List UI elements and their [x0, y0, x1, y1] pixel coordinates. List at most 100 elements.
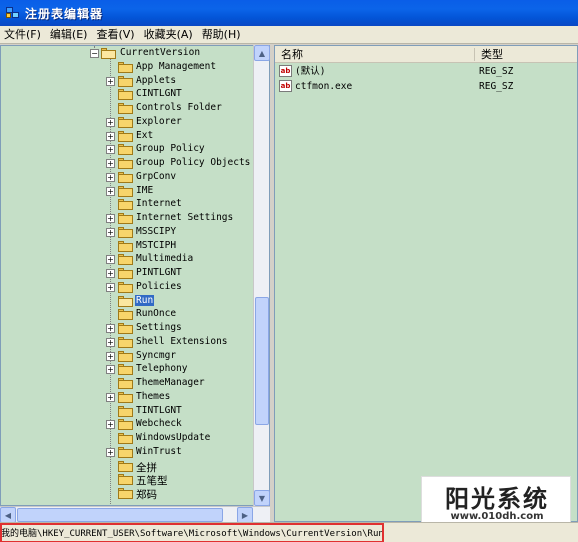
tree-node-label: App Management: [136, 60, 217, 72]
tree-node-label: Internet: [136, 198, 182, 210]
tree-node-label: PINTLGNT: [136, 267, 182, 278]
folder-icon: [118, 488, 133, 499]
tree-node[interactable]: + MSSCIPY: [1, 226, 254, 240]
tree-node[interactable]: Internet: [1, 198, 254, 212]
site-watermark: 阳光系统 www.010dh.com: [421, 476, 571, 528]
collapse-icon[interactable]: −: [90, 49, 99, 58]
expand-icon[interactable]: +: [106, 365, 115, 375]
tree-node-label: Syncmgr: [136, 349, 177, 361]
menu-view[interactable]: 查看(V): [92, 26, 139, 44]
folder-icon: [118, 281, 133, 293]
column-header-name[interactable]: 名称: [275, 46, 475, 63]
expand-icon[interactable]: +: [106, 447, 115, 457]
tree-node-label: 郑码: [136, 489, 157, 501]
menu-favorites[interactable]: 收藏夹(A): [140, 26, 198, 44]
expand-icon[interactable]: +: [106, 117, 115, 127]
tree-node-label: Run: [135, 294, 155, 306]
values-list[interactable]: 名称 类型 ab (默认) REG_SZ ab ctfmon.exe REG_S…: [274, 45, 578, 522]
tree-node[interactable]: Run: [1, 294, 254, 309]
tree-scroll-thumb[interactable]: [255, 297, 269, 425]
tree-horizontal-scrollbar[interactable]: ◀ ▶: [0, 506, 270, 523]
folder-icon: [118, 474, 133, 486]
expand-icon[interactable]: +: [106, 282, 115, 292]
open-folder-icon: [118, 295, 133, 307]
tree-node-label: MSTCIPH: [136, 239, 177, 251]
expand-icon[interactable]: +: [106, 214, 115, 223]
tree-node[interactable]: + Group Policy Objects: [1, 157, 254, 171]
tree-node[interactable]: + GrpConv: [1, 171, 254, 185]
tree-node[interactable]: + Shell Extensions: [1, 336, 254, 350]
expand-icon[interactable]: +: [106, 172, 115, 182]
tree-node[interactable]: + Policies: [1, 281, 254, 295]
tree-node[interactable]: Controls Folder: [1, 102, 254, 116]
tree-node[interactable]: 全拼: [1, 460, 254, 474]
menu-help[interactable]: 帮助(H): [198, 26, 246, 44]
tree-node[interactable]: 郑码: [1, 487, 254, 501]
tree-node[interactable]: + PINTLGNT: [1, 267, 254, 281]
tree-node-currentversion[interactable]: − CurrentVersion: [1, 47, 254, 61]
expand-icon[interactable]: +: [106, 255, 115, 265]
tree-node[interactable]: + Group Policy: [1, 143, 254, 157]
registry-tree[interactable]: − CurrentVersion App Management + Applets CIN…: [0, 45, 270, 506]
tree-node[interactable]: + Webcheck: [1, 418, 254, 432]
tree-node[interactable]: + Themes: [1, 391, 254, 405]
tree-node[interactable]: + WinTrust: [1, 446, 254, 460]
expand-icon[interactable]: +: [106, 186, 115, 196]
list-item[interactable]: ab (默认) REG_SZ: [275, 64, 577, 79]
tree-node-label: 五笔型: [136, 475, 168, 488]
tree-node[interactable]: + Settings: [1, 322, 254, 336]
tree-node[interactable]: + Telephony: [1, 363, 254, 377]
folder-icon: [118, 268, 133, 279]
scroll-left-arrow-icon[interactable]: ◀: [0, 507, 16, 523]
expand-icon[interactable]: +: [106, 227, 115, 237]
tree-node[interactable]: ThemeManager: [1, 377, 254, 391]
list-item[interactable]: ab ctfmon.exe REG_SZ: [275, 79, 577, 94]
tree-node[interactable]: RunOnce: [1, 308, 254, 322]
folder-icon: [118, 213, 133, 224]
menu-file[interactable]: 文件(F): [0, 26, 46, 44]
tree-node[interactable]: + IME: [1, 185, 254, 199]
scroll-right-arrow-icon[interactable]: ▶: [237, 507, 253, 523]
tree-node[interactable]: + Internet Settings: [1, 212, 254, 226]
scroll-up-arrow-icon[interactable]: ▲: [254, 45, 270, 61]
expand-icon[interactable]: +: [106, 159, 115, 168]
expand-icon[interactable]: +: [106, 420, 115, 430]
tree-node-label: TINTLGNT: [136, 404, 182, 416]
tree-node-label: Settings: [136, 322, 182, 333]
tree-node[interactable]: + Syncmgr: [1, 350, 254, 364]
open-folder-icon: [101, 48, 116, 59]
tree-node[interactable]: WindowsUpdate: [1, 432, 254, 446]
folder-icon: [118, 350, 133, 362]
expand-icon[interactable]: +: [106, 145, 115, 155]
folder-icon: [118, 116, 133, 128]
tree-node-label: Shell Extensions: [136, 335, 228, 347]
tree-node[interactable]: + Explorer: [1, 116, 254, 130]
tree-node[interactable]: + Ext: [1, 130, 254, 144]
tree-node[interactable]: + Multimedia: [1, 253, 254, 267]
tree-node[interactable]: App Management: [1, 61, 254, 75]
tree-node[interactable]: TINTLGNT: [1, 405, 254, 419]
tree-node[interactable]: + Applets: [1, 75, 254, 89]
tree-node[interactable]: 五笔型: [1, 473, 254, 487]
expand-icon[interactable]: +: [106, 392, 115, 402]
tree-node-label: CINTLGNT: [136, 88, 182, 100]
tree-hscroll-thumb[interactable]: [17, 508, 223, 522]
expand-icon[interactable]: +: [106, 76, 115, 86]
expand-icon[interactable]: +: [106, 351, 115, 361]
tree-node[interactable]: CINTLGNT: [1, 88, 254, 102]
menu-edit[interactable]: 编辑(E): [46, 26, 93, 44]
tree-node-label: RunOnce: [136, 308, 177, 320]
column-header-type[interactable]: 类型: [475, 46, 577, 63]
folder-icon: [118, 433, 133, 444]
expand-icon[interactable]: +: [106, 324, 115, 333]
tree-node-label: IME: [136, 184, 154, 196]
tree-node[interactable]: MSTCIPH: [1, 240, 254, 254]
expand-icon[interactable]: +: [106, 131, 115, 141]
tree-node-label: CurrentVersion: [120, 47, 201, 58]
folder-icon: [118, 254, 133, 266]
expand-icon[interactable]: +: [106, 337, 115, 347]
scroll-down-arrow-icon[interactable]: ▼: [254, 490, 270, 506]
tree-vertical-scrollbar[interactable]: ▲ ▼: [253, 45, 270, 506]
tree-node-label: Controls Folder: [136, 102, 222, 113]
expand-icon[interactable]: +: [106, 269, 115, 278]
